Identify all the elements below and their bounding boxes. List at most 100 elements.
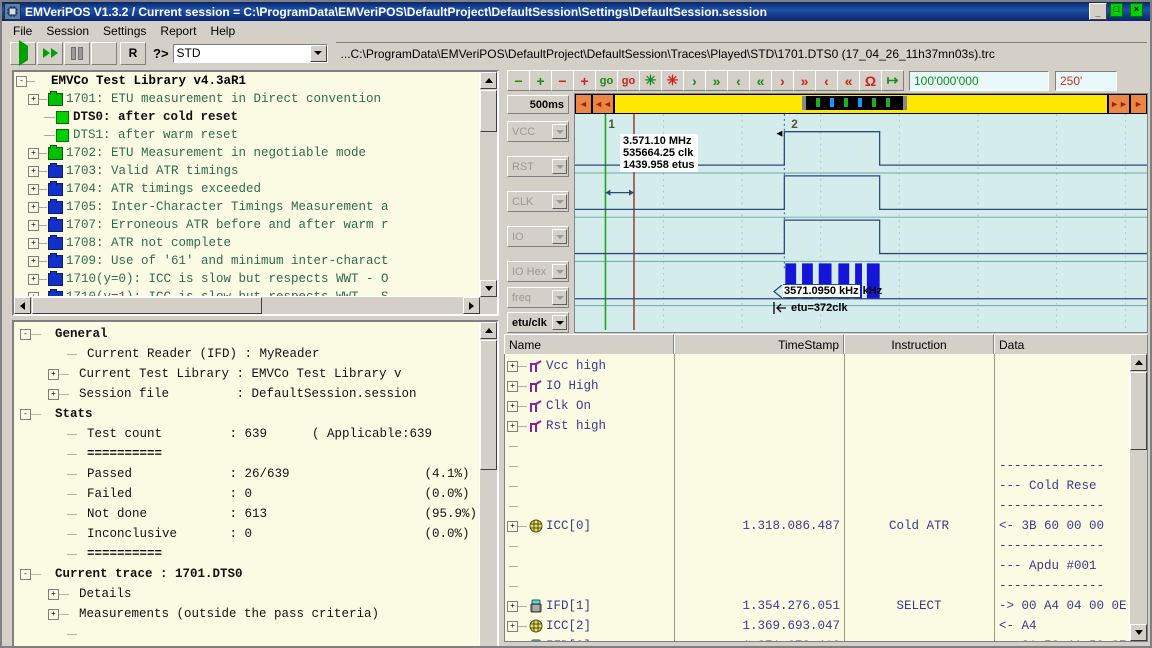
- expander-icon[interactable]: -: [20, 408, 31, 420]
- menu-item-help[interactable]: Help: [203, 22, 242, 40]
- details-row[interactable]: + Details: [14, 584, 480, 604]
- ruler-thumb[interactable]: [801, 96, 907, 110]
- channel-button-freq[interactable]: freq: [507, 287, 569, 308]
- close-button[interactable]: ×: [1130, 3, 1143, 17]
- expander-icon[interactable]: +: [28, 219, 39, 231]
- chevron-down-icon[interactable]: [552, 194, 567, 209]
- expander-icon[interactable]: +: [48, 608, 59, 620]
- ruler-prev-fast-button[interactable]: ◄◄: [592, 94, 614, 114]
- tree-row-1701[interactable]: +1701: ETU measurement in Direct convent…: [14, 90, 480, 108]
- table-vscroll-thumb[interactable]: [1130, 372, 1147, 450]
- zoom-in-plus-button[interactable]: +: [529, 70, 552, 91]
- goto-end-button[interactable]: ↦: [881, 70, 904, 91]
- expander-icon[interactable]: -: [16, 75, 27, 87]
- trace-table-body[interactable]: + Vcc high + IO High + Clk On + Rst high -------…: [504, 354, 1148, 642]
- expander-icon[interactable]: +: [507, 400, 518, 412]
- play-button[interactable]: [10, 40, 36, 66]
- table-row[interactable]: --------------: [505, 536, 1147, 556]
- details-row[interactable]: ==========: [14, 544, 480, 564]
- expander-icon[interactable]: +: [28, 93, 39, 105]
- expander-icon[interactable]: +: [28, 147, 39, 159]
- table-row[interactable]: --------------: [505, 576, 1147, 596]
- tree-vscroll-thumb[interactable]: [480, 90, 497, 132]
- table-row[interactable]: + ICC[2] 1.369.693.047 <- A4: [505, 616, 1147, 636]
- table-row[interactable]: [505, 436, 1147, 456]
- column-header-instruction[interactable]: Instruction: [844, 334, 994, 354]
- marker-red-button[interactable]: ✳: [661, 70, 684, 91]
- fast-forward-button[interactable]: [37, 41, 63, 65]
- expander-icon[interactable]: -: [20, 568, 31, 580]
- omega-measure-button[interactable]: Ω: [859, 70, 882, 91]
- table-row[interactable]: + ICC[0] 1.318.086.487 Cold ATR <- 3B 60 00 …: [505, 516, 1147, 536]
- session-details-tree[interactable]: - General Current Reader (IFD) : MyReader +…: [12, 320, 499, 646]
- step-prev-green-button[interactable]: ‹: [727, 70, 750, 91]
- chevron-down-icon[interactable]: [309, 44, 327, 62]
- table-row[interactable]: + Rst high: [505, 416, 1147, 436]
- details-row[interactable]: Current Reader (IFD) : MyReader: [14, 344, 480, 364]
- jump-next-green-button[interactable]: »: [705, 70, 728, 91]
- tree-row-DTS0[interactable]: DTS0: after cold reset: [14, 108, 480, 126]
- expander-icon[interactable]: +: [28, 183, 39, 195]
- tree-hscroll-thumb[interactable]: [32, 297, 262, 314]
- tree-row-root[interactable]: - EMVCo Test Library v4.3aR1: [14, 72, 480, 90]
- details-row[interactable]: Inconclusive : 0 (0.0%): [14, 524, 480, 544]
- expander-icon[interactable]: +: [48, 388, 59, 400]
- expander-icon[interactable]: +: [507, 420, 518, 432]
- tree-row-DTS1[interactable]: DTS1: after warm reset: [14, 126, 480, 144]
- tree-scroll-left-button[interactable]: [14, 297, 31, 314]
- table-row[interactable]: +IFD[3]1.371.672.410-> 31 50 41 59 2E: [505, 636, 1147, 641]
- expander-icon[interactable]: -: [20, 328, 31, 340]
- details-row[interactable]: [14, 624, 480, 644]
- column-header-data[interactable]: Data: [994, 334, 1148, 354]
- column-header-name[interactable]: Name: [504, 334, 674, 354]
- details-row[interactable]: Failed : 0 (0.0%): [14, 484, 480, 504]
- details-row[interactable]: - Current trace : 1701.DTS0: [14, 564, 480, 584]
- expander-icon[interactable]: +: [48, 588, 59, 600]
- table-vscrollbar[interactable]: [1129, 354, 1147, 641]
- tree-row-1702[interactable]: +1702: ETU Measurement in negotiable mod…: [14, 144, 480, 162]
- secondary-count-field[interactable]: 250': [1055, 70, 1117, 91]
- go-green-button[interactable]: go: [595, 70, 618, 91]
- details-row[interactable]: Test count : 639 ( Applicable:639: [14, 424, 480, 444]
- expander-icon[interactable]: +: [28, 201, 39, 213]
- sample-count-field[interactable]: 100'000'000: [909, 70, 1049, 91]
- tree-hscrollbar[interactable]: [14, 296, 480, 314]
- chevron-down-icon[interactable]: [552, 264, 567, 279]
- zoom-out-minus-button[interactable]: −: [507, 70, 530, 91]
- table-row[interactable]: --- Cold Rese: [505, 476, 1147, 496]
- step-next-green-button[interactable]: ›: [683, 70, 706, 91]
- details-row[interactable]: ==============: [14, 644, 480, 646]
- channel-button-etu-clk[interactable]: etu/clk: [507, 312, 569, 333]
- ruler-next-fast-button[interactable]: ►►: [1108, 94, 1130, 114]
- tree-row-1710y0[interactable]: +1710(y=0): ICC is slow but respects WWT…: [14, 270, 480, 288]
- jump-next-red-button[interactable]: »: [793, 70, 816, 91]
- details-vscrollbar[interactable]: [479, 322, 497, 646]
- jump-prev-red-button[interactable]: «: [837, 70, 860, 91]
- details-scroll-up-button[interactable]: [480, 322, 497, 339]
- test-library-tree[interactable]: - EMVCo Test Library v4.3aR1 +1701: ETU me…: [12, 70, 499, 316]
- tree-row-1707[interactable]: +1707: Erroneous ATR before and after wa…: [14, 216, 480, 234]
- ruler-track[interactable]: [614, 94, 1108, 114]
- table-row[interactable]: + IO High: [505, 376, 1147, 396]
- details-row[interactable]: - Stats: [14, 404, 480, 424]
- table-row[interactable]: + IFD[1] 1.354.276.051 SELECT -> 00 A4 04 00…: [505, 596, 1147, 616]
- timebase-button[interactable]: 500ms: [507, 95, 569, 114]
- tree-row-1705[interactable]: +1705: Inter-Character Timings Measureme…: [14, 198, 480, 216]
- expander-icon[interactable]: +: [28, 255, 39, 267]
- menu-item-report[interactable]: Report: [153, 22, 203, 40]
- ruler-prev-button[interactable]: ◄: [575, 94, 592, 114]
- expander-icon[interactable]: +: [507, 360, 518, 372]
- tree-vscrollbar[interactable]: [479, 72, 497, 297]
- tree-row-1703[interactable]: +1703: Valid ATR timings: [14, 162, 480, 180]
- channel-button-io-hex[interactable]: IO Hex: [507, 261, 569, 282]
- table-row[interactable]: + Clk On: [505, 396, 1147, 416]
- waveform-canvas[interactable]: ◄ ◄◄ ►► ► 1 2 3.571.10 MHz 535664.25 clk…: [574, 93, 1148, 333]
- tree-row-1704[interactable]: +1704: ATR timings exceeded: [14, 180, 480, 198]
- expander-icon[interactable]: +: [507, 380, 518, 392]
- ruler-next-button[interactable]: ►: [1130, 94, 1147, 114]
- table-row[interactable]: --------------: [505, 496, 1147, 516]
- menu-item-file[interactable]: File: [6, 22, 39, 40]
- channel-button-rst[interactable]: RST: [507, 156, 569, 177]
- details-row[interactable]: Not done : 613 (95.9%): [14, 504, 480, 524]
- chevron-down-icon[interactable]: [552, 290, 567, 305]
